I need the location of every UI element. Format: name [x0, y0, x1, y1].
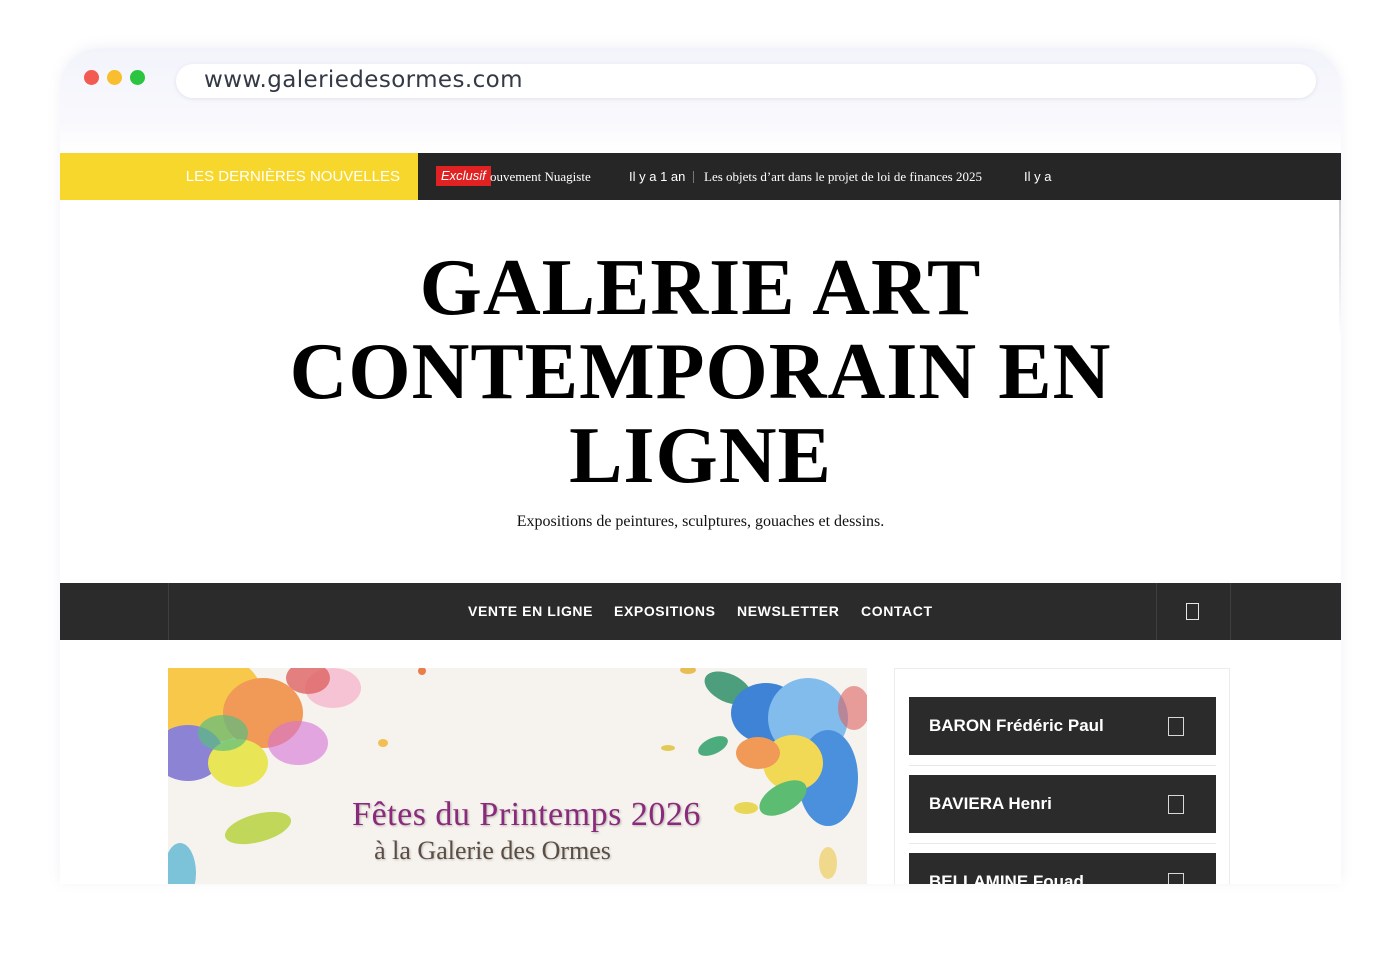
minimize-window-dot[interactable] — [107, 70, 122, 85]
ticker-item-1-time: Il y a 1 an — [629, 169, 686, 184]
browser-window: www.galeriedesormes.com LES DERNIÈRES NO… — [60, 48, 1341, 884]
browser-chrome: www.galeriedesormes.com — [60, 48, 1341, 154]
banner-title: Fêtes du Printemps 2026 — [352, 796, 701, 833]
site-title[interactable]: GALERIE ART CONTEMPORAIN EN LIGNE — [60, 246, 1341, 498]
expand-icon[interactable] — [1168, 717, 1184, 736]
nav-divider — [1156, 583, 1157, 640]
maximize-window-dot[interactable] — [130, 70, 145, 85]
artist-separator — [909, 765, 1216, 766]
expand-icon[interactable] — [1168, 795, 1184, 814]
nav-item-contact[interactable]: CONTACT — [861, 583, 933, 640]
news-ticker: LES DERNIÈRES NOUVELLES Exclusif ouvemen… — [60, 153, 1341, 200]
site-title-line-1: GALERIE ART — [419, 244, 982, 332]
nav-divider — [1230, 583, 1231, 640]
nav-item-vente-en-ligne[interactable]: VENTE EN LIGNE — [468, 583, 593, 640]
artist-name: BELLAMINE Fouad — [929, 872, 1084, 884]
artist-name: BARON Frédéric Paul — [929, 716, 1104, 735]
site-tagline: Expositions de peintures, sculptures, go… — [516, 513, 885, 530]
artist-separator — [909, 843, 1216, 844]
ticker-label: LES DERNIÈRES NOUVELLES — [60, 153, 418, 200]
ticker-item-2-link[interactable]: Les objets d’art dans le projet de loi d… — [704, 153, 982, 200]
nav-divider — [168, 583, 169, 640]
banner-subtitle: à la Galerie des Ormes — [374, 836, 611, 865]
ticker-items: Exclusif ouvement Nuagiste Il y a 1 an L… — [418, 153, 1058, 200]
main-navigation: VENTE EN LIGNE EXPOSITIONS NEWSLETTER CO… — [60, 583, 1341, 640]
address-bar[interactable]: www.galeriedesormes.com — [176, 64, 1316, 98]
site-title-line-3: LIGNE — [569, 412, 832, 500]
search-icon[interactable] — [1186, 603, 1199, 620]
site-title-line-2: CONTEMPORAIN EN — [289, 328, 1112, 416]
artists-sidebar: BARON Frédéric Paul BAVIERA Henri BELLAM… — [894, 668, 1230, 884]
ticker-separator — [693, 171, 694, 183]
artist-item-bellamine[interactable]: BELLAMINE Fouad — [909, 853, 1216, 884]
close-window-dot[interactable] — [84, 70, 99, 85]
spring-festival-banner[interactable]: Fêtes du Printemps 2026 à la Galerie des… — [168, 668, 867, 884]
ticker-item-1-link[interactable]: ouvement Nuagiste — [490, 153, 591, 200]
exclusive-badge: Exclusif — [436, 166, 491, 186]
expand-icon[interactable] — [1168, 873, 1184, 884]
address-bar-url: www.galeriedesormes.com — [204, 67, 523, 93]
nav-item-newsletter[interactable]: NEWSLETTER — [737, 583, 839, 640]
ticker-item-2-time: Il y a — [1024, 169, 1052, 184]
artist-name: BAVIERA Henri — [929, 794, 1052, 813]
nav-item-expositions[interactable]: EXPOSITIONS — [614, 583, 716, 640]
artist-item-baviera[interactable]: BAVIERA Henri — [909, 775, 1216, 833]
artist-item-baron[interactable]: BARON Frédéric Paul — [909, 697, 1216, 755]
